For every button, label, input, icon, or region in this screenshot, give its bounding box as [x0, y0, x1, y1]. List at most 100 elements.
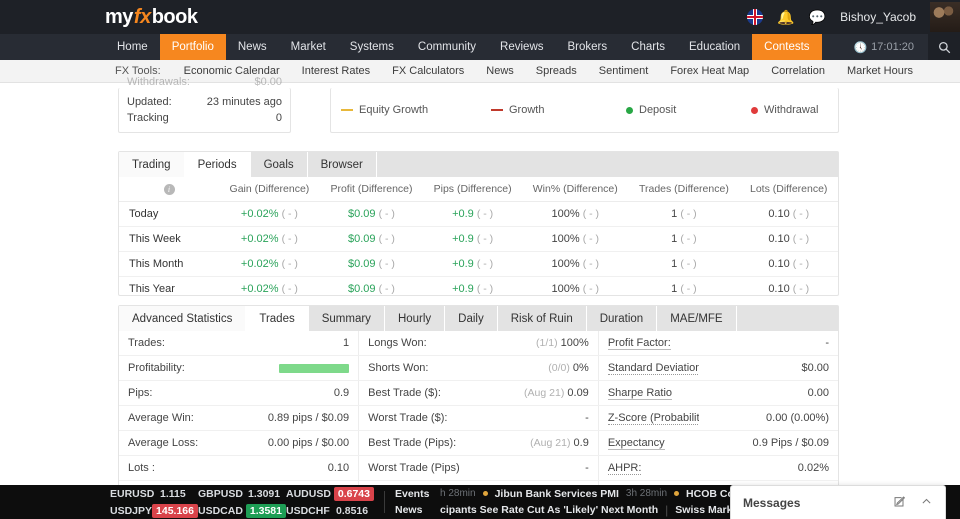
legend-label-growth: Growth [509, 104, 545, 116]
subnav-spreads[interactable]: Spreads [525, 65, 588, 77]
stat-value: 0.89 pips / $0.09 [219, 405, 360, 431]
tab-periods[interactable]: Periods [184, 152, 251, 177]
news-headline[interactable]: cipants See Rate Cut As 'Likely' Next Mo… [440, 504, 658, 516]
nav-item-charts[interactable]: Charts [619, 34, 677, 60]
subnav-sentiment[interactable]: Sentiment [588, 65, 660, 77]
subnav-correlation[interactable]: Correlation [760, 65, 836, 77]
legend-item-growth[interactable]: Growth [491, 104, 626, 116]
nav-item-market[interactable]: Market [279, 34, 338, 60]
ticker-news-label[interactable]: News [395, 504, 433, 516]
nav-item-portfolio[interactable]: Portfolio [159, 34, 226, 60]
cell-value: 1 [671, 233, 678, 245]
legend-item-deposit[interactable]: Deposit [626, 104, 751, 116]
cell-value: 100% [551, 233, 580, 245]
stat-label: Lots : [119, 455, 220, 481]
cell-diff: ( - ) [582, 208, 600, 220]
bell-icon[interactable]: 🔔 [777, 10, 794, 24]
messages-dock[interactable]: Messages [730, 485, 946, 519]
cell-value: 100% [551, 283, 580, 295]
cell-pips: +0.9 ( - ) [423, 201, 523, 227]
search-icon[interactable] [928, 34, 960, 60]
event-bullet-icon [482, 491, 488, 496]
tab-advanced-statistics[interactable]: Advanced Statistics [119, 306, 247, 331]
nav-item-systems[interactable]: Systems [338, 34, 406, 60]
quote-value: 145.166 [152, 503, 198, 518]
cell-diff: ( - ) [476, 283, 494, 295]
nav-item-news[interactable]: News [226, 34, 279, 60]
stat-label-link[interactable]: Sharpe Ratio [607, 387, 673, 400]
news-separator: | [665, 502, 669, 517]
uk-flag-icon[interactable] [747, 9, 764, 25]
tab-browser[interactable]: Browser [307, 152, 377, 177]
nav-item-reviews[interactable]: Reviews [488, 34, 555, 60]
cell-diff: ( - ) [680, 208, 697, 220]
subnav-interest-rates[interactable]: Interest Rates [291, 65, 381, 77]
nav-item-contests[interactable]: Contests [752, 34, 822, 60]
tab-trades[interactable]: Trades [246, 306, 309, 331]
stat-number: - [585, 462, 589, 474]
cell-gain: +0.02% ( - ) [219, 201, 320, 227]
subnav-forex-heat-map[interactable]: Forex Heat Map [659, 65, 760, 77]
cell-value: +0.9 [452, 233, 474, 245]
quote-usdcad[interactable]: USDCAD 1.3581 [198, 503, 286, 518]
legend-item-withdrawal[interactable]: Withdrawal [751, 104, 818, 116]
compose-icon[interactable] [893, 495, 906, 511]
summary-withdrawals-label: Withdrawals: [127, 76, 190, 88]
cell-profit: $0.09 ( - ) [319, 251, 424, 277]
tab-duration[interactable]: Duration [586, 306, 658, 331]
subnav-fx-calculators[interactable]: FX Calculators [381, 65, 475, 77]
subnav-news[interactable]: News [475, 65, 525, 77]
stat-value: $0.00 [698, 355, 838, 381]
stat-label: Z-Score (Probability): [598, 405, 699, 431]
quote-gbpusd[interactable]: GBPUSD 1.3091 [198, 488, 286, 500]
info-icon[interactable]: i [163, 184, 175, 195]
chevron-up-icon[interactable] [920, 495, 933, 511]
stat-label-link[interactable]: Expectancy [607, 437, 665, 450]
chat-icon[interactable]: 💬 [809, 10, 826, 24]
tab-mae-mfe[interactable]: MAE/MFE [657, 306, 737, 331]
messages-actions [893, 495, 933, 511]
quote-usdchf[interactable]: USDCHF 0.8516 [286, 505, 374, 517]
stat-number: 0.09 [567, 387, 589, 399]
quote-usdjpy[interactable]: USDJPY 145.166 [110, 503, 198, 518]
tab-risk-of-ruin[interactable]: Risk of Ruin [497, 306, 587, 331]
chart-legend-panel: Equity Growth Growth Deposit Withdrawal [330, 88, 839, 133]
quote-symbol: EURUSD [110, 487, 155, 500]
cell-win: 100% ( - ) [522, 201, 629, 227]
col-pips: Pips (Difference) [423, 177, 523, 202]
stat-label-link[interactable]: Profit Factor: [607, 337, 671, 350]
username-label[interactable]: Bishoy_Yacob [840, 10, 916, 24]
tab-trading[interactable]: Trading [119, 152, 185, 177]
tab-daily[interactable]: Daily [445, 306, 498, 331]
cell-value: +0.9 [452, 283, 474, 295]
event-time: h 28min [440, 488, 476, 499]
site-logo[interactable]: my fx book [105, 6, 198, 29]
legend-item-equity-growth[interactable]: Equity Growth [341, 104, 491, 116]
cell-lots: 0.10 ( - ) [739, 226, 838, 252]
stat-label-tooltip[interactable]: Z-Score (Probability): [607, 412, 699, 425]
nav-item-brokers[interactable]: Brokers [556, 34, 620, 60]
avatar[interactable] [930, 2, 960, 32]
quote-audusd[interactable]: AUDUSD 0.6743 [286, 486, 374, 501]
ticker-events-label[interactable]: Events [395, 488, 433, 500]
event-title[interactable]: Jibun Bank Services PMI [495, 488, 619, 500]
cell-diff: ( - ) [582, 233, 600, 245]
nav-item-home[interactable]: Home [105, 34, 160, 60]
periods-header-row: i Gain (Difference) Profit (Difference) … [119, 177, 838, 202]
stat-label-tooltip[interactable]: Standard Deviation: [607, 362, 699, 375]
tab-summary[interactable]: Summary [308, 306, 385, 331]
cell-value: 1 [671, 258, 678, 270]
stat-label: Trades: [119, 331, 220, 356]
cell-lots: 0.10 ( - ) [739, 251, 838, 277]
cell-profit: $0.09 ( - ) [319, 226, 424, 252]
cell-value: 0.10 [768, 283, 790, 295]
stat-label-tooltip[interactable]: AHPR: [607, 462, 642, 475]
tab-goals[interactable]: Goals [250, 152, 308, 177]
cell-profit: $0.09 ( - ) [319, 201, 424, 227]
nav-item-community[interactable]: Community [406, 34, 488, 60]
nav-item-education[interactable]: Education [677, 34, 752, 60]
quote-eurusd[interactable]: EURUSD 1.115 [110, 488, 198, 500]
subnav-market-hours[interactable]: Market Hours [836, 65, 924, 77]
messages-title: Messages [743, 495, 801, 510]
tab-hourly[interactable]: Hourly [384, 306, 446, 331]
